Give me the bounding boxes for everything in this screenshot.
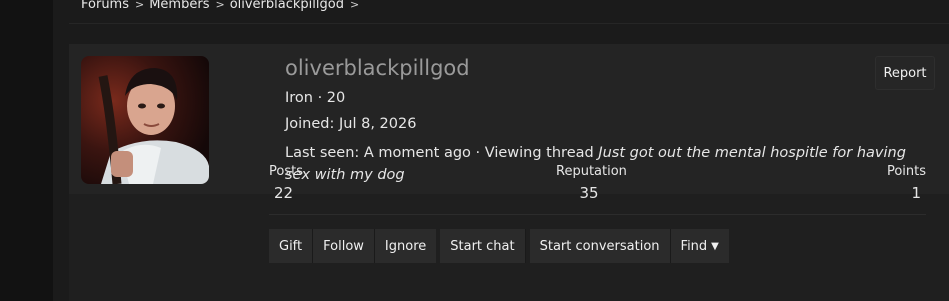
- stat-reputation-label: Reputation: [556, 164, 627, 179]
- ignore-button[interactable]: Ignore: [374, 229, 437, 263]
- stat-posts[interactable]: Posts 22: [269, 164, 303, 202]
- chevron-right-icon: >: [135, 0, 145, 11]
- report-button[interactable]: Report: [875, 56, 935, 90]
- breadcrumb-forums[interactable]: Forums: [81, 0, 129, 12]
- conversation-action-group: Start conversation Find ▼: [529, 229, 729, 263]
- profile-actions: Gift Follow Ignore Start chat Start conv…: [269, 229, 729, 263]
- follow-button[interactable]: Follow: [313, 229, 375, 263]
- main-content: Forums > Members > oliverblackpillgod >: [53, 0, 949, 301]
- find-label: Find: [680, 238, 708, 254]
- breadcrumb: Forums > Members > oliverblackpillgod >: [81, 0, 364, 14]
- breadcrumb-members[interactable]: Members: [149, 0, 209, 12]
- find-dropdown-button[interactable]: Find ▼: [670, 229, 729, 263]
- stat-points[interactable]: Points 1: [887, 164, 926, 202]
- breadcrumb-current-user[interactable]: oliverblackpillgod: [230, 0, 344, 12]
- stat-points-label: Points: [886, 164, 926, 179]
- stat-posts-value: 22: [274, 184, 294, 202]
- gift-button[interactable]: Gift: [269, 229, 314, 263]
- user-rank: Iron · 20: [285, 90, 346, 106]
- username: oliverblackpillgod: [285, 56, 470, 80]
- actions-divider: [269, 214, 926, 215]
- stat-reputation-value: 35: [579, 184, 599, 202]
- stat-posts-label: Posts: [269, 164, 303, 179]
- start-chat-button[interactable]: Start chat: [440, 229, 526, 263]
- last-seen-prefix: Last seen: A moment ago · Viewing thread: [285, 145, 599, 161]
- avatar[interactable]: [81, 56, 209, 184]
- stat-points-value: 1: [911, 184, 921, 202]
- left-gutter: [0, 0, 53, 301]
- breadcrumb-divider: [69, 23, 949, 24]
- joined-date: Joined: Jul 8, 2026: [285, 116, 417, 132]
- start-conversation-button[interactable]: Start conversation: [529, 229, 671, 263]
- chevron-right-icon: >: [349, 0, 360, 11]
- profile-header: oliverblackpillgod Iron · 20 Joined: Jul…: [69, 44, 949, 194]
- chevron-right-icon: >: [215, 0, 225, 11]
- stat-reputation[interactable]: Reputation 35: [556, 164, 627, 202]
- social-action-group: Gift Follow Ignore: [269, 229, 437, 263]
- caret-down-icon: ▼: [711, 240, 719, 252]
